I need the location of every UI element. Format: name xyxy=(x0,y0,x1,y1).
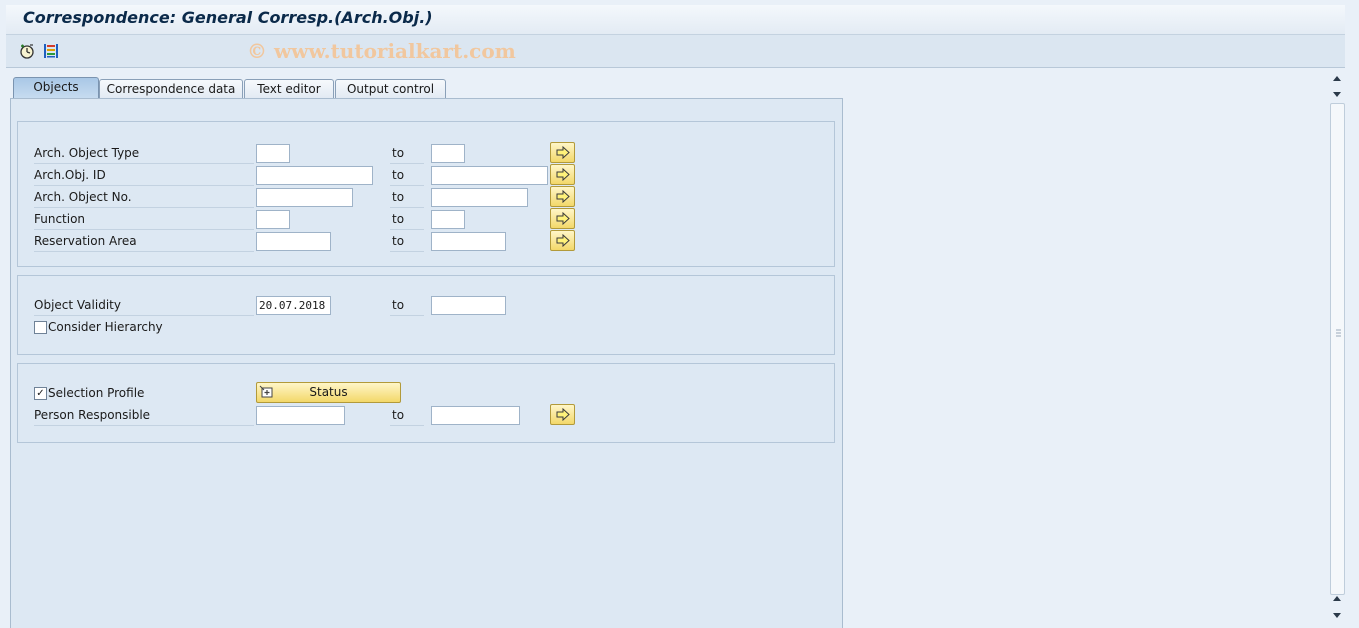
tab-panel-objects: Arch. Object Type to Arch.Obj. ID to Arc… xyxy=(10,98,843,628)
scrollbar-thumb[interactable] xyxy=(1330,103,1345,595)
to-label: to xyxy=(390,406,424,426)
to-label: to xyxy=(390,232,424,252)
validity-group: Object Validity 20.07.2018 to Consider H… xyxy=(17,275,835,355)
tab-correspondence-data[interactable]: Correspondence data xyxy=(99,79,243,98)
arch-object-no-row: Arch. Object No. to xyxy=(34,186,824,208)
scroll-top-icon[interactable] xyxy=(1332,73,1342,83)
arch-object-type-row: Arch. Object Type to xyxy=(34,142,824,164)
arrow-right-icon xyxy=(556,408,570,421)
arch-obj-id-label: Arch.Obj. ID xyxy=(34,166,254,186)
arrow-right-icon xyxy=(556,234,570,247)
multiple-selection-button[interactable] xyxy=(550,404,575,425)
selection-profile-label: Selection Profile xyxy=(48,386,145,400)
to-label: to xyxy=(390,166,424,186)
function-label: Function xyxy=(34,210,254,230)
arch-object-no-from-input[interactable] xyxy=(256,188,353,207)
profile-group: ✓ Selection Profile Status Person Respon… xyxy=(17,363,835,443)
reservation-area-to-input[interactable] xyxy=(431,232,506,251)
object-validity-to-input[interactable] xyxy=(431,296,506,315)
reservation-area-row: Reservation Area to xyxy=(34,230,824,252)
expand-icon xyxy=(259,385,274,405)
scroll-up-small-icon[interactable] xyxy=(1332,593,1342,603)
function-from-input[interactable] xyxy=(256,210,290,229)
selection-profile-checkbox[interactable]: ✓ xyxy=(34,387,47,400)
status-button-label: Status xyxy=(309,385,348,399)
tab-objects[interactable]: Objects xyxy=(13,77,99,99)
object-validity-row: Object Validity 20.07.2018 to xyxy=(34,296,824,316)
consider-hierarchy-row: Consider Hierarchy xyxy=(34,318,824,338)
arch-obj-id-row: Arch.Obj. ID to xyxy=(34,164,824,186)
tab-text-editor[interactable]: Text editor xyxy=(244,79,334,98)
object-selection-group: Arch. Object Type to Arch.Obj. ID to Arc… xyxy=(17,121,835,267)
multiple-selection-button[interactable] xyxy=(550,230,575,251)
arch-obj-id-to-input[interactable] xyxy=(431,166,548,185)
object-validity-label: Object Validity xyxy=(34,296,254,316)
selection-profile-row: ✓ Selection Profile Status xyxy=(34,382,824,404)
tab-output-control[interactable]: Output control xyxy=(335,79,446,98)
person-responsible-row: Person Responsible to xyxy=(34,404,824,426)
scroll-down-small-icon[interactable] xyxy=(1332,88,1342,98)
arch-object-type-from-input[interactable] xyxy=(256,144,290,163)
arch-object-no-to-input[interactable] xyxy=(431,188,528,207)
person-responsible-to-input[interactable] xyxy=(431,406,520,425)
function-to-input[interactable] xyxy=(431,210,465,229)
arch-object-type-label: Arch. Object Type xyxy=(34,144,254,164)
arch-obj-id-from-input[interactable] xyxy=(256,166,373,185)
title-bar: Correspondence: General Corresp.(Arch.Ob… xyxy=(6,5,1345,35)
grip-icon xyxy=(1336,329,1341,337)
arrow-right-icon xyxy=(556,190,570,203)
arch-object-no-label: Arch. Object No. xyxy=(34,188,254,208)
multiple-selection-button[interactable] xyxy=(550,164,575,185)
window-title: Correspondence: General Corresp.(Arch.Ob… xyxy=(23,8,433,27)
arrow-right-icon xyxy=(556,168,570,181)
to-label: to xyxy=(390,210,424,230)
watermark: © www.tutorialkart.com xyxy=(247,39,516,63)
multiple-selection-button[interactable] xyxy=(550,208,575,229)
to-label: to xyxy=(390,188,424,208)
object-validity-from-input[interactable]: 20.07.2018 xyxy=(256,296,331,315)
consider-hierarchy-label: Consider Hierarchy xyxy=(48,320,163,334)
selection-options-icon[interactable] xyxy=(42,42,60,60)
person-responsible-from-input[interactable] xyxy=(256,406,345,425)
application-toolbar: © www.tutorialkart.com xyxy=(6,35,1345,68)
consider-hierarchy-checkbox[interactable] xyxy=(34,321,47,334)
arch-object-type-to-input[interactable] xyxy=(431,144,465,163)
scroll-bottom-icon[interactable] xyxy=(1332,609,1342,619)
multiple-selection-button[interactable] xyxy=(550,186,575,207)
tab-strip: Objects Correspondence data Text editor … xyxy=(8,77,848,99)
arrow-right-icon xyxy=(556,146,570,159)
to-label: to xyxy=(390,296,424,316)
multiple-selection-button[interactable] xyxy=(550,142,575,163)
person-responsible-label: Person Responsible xyxy=(34,406,254,426)
to-label: to xyxy=(390,144,424,164)
status-button[interactable]: Status xyxy=(256,382,401,403)
reservation-area-label: Reservation Area xyxy=(34,232,254,252)
arrow-right-icon xyxy=(556,212,570,225)
function-row: Function to xyxy=(34,208,824,230)
execute-icon[interactable] xyxy=(18,42,36,60)
reservation-area-from-input[interactable] xyxy=(256,232,331,251)
vertical-scrollbar[interactable] xyxy=(1329,70,1345,627)
